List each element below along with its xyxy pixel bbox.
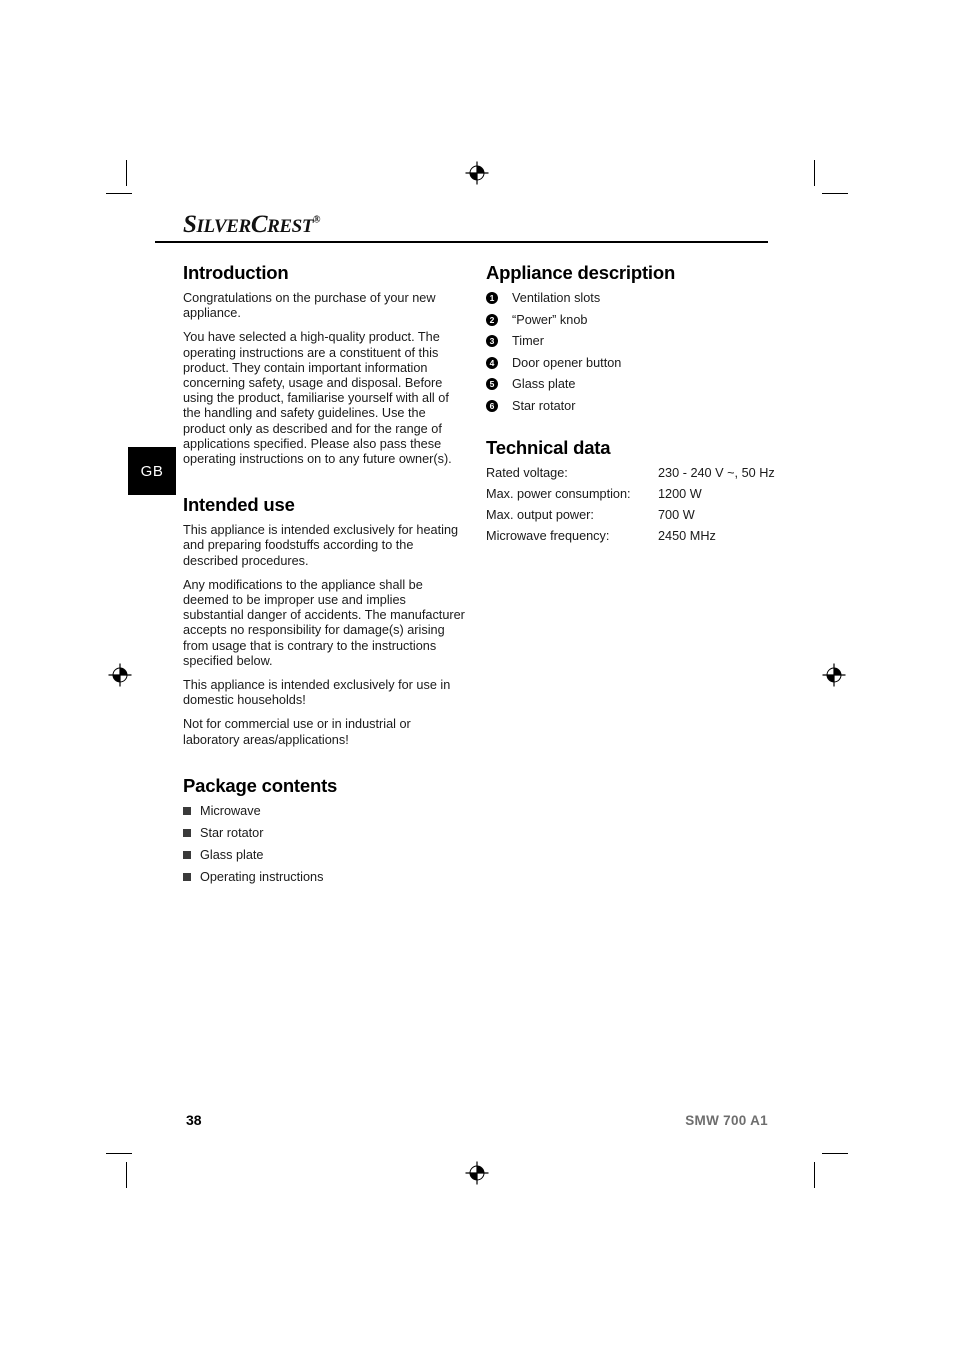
square-bullet-icon <box>183 872 191 881</box>
numbered-badge-icon: 3 <box>486 335 498 347</box>
numbered-badge-icon: 5 <box>486 378 498 390</box>
list-item: 2 “Power” knob <box>486 313 776 327</box>
crop-mark-top-left-vertical <box>126 160 127 186</box>
appliance-part-label: Glass plate <box>512 377 576 391</box>
list-item: 6 Star rotator <box>486 399 776 413</box>
list-item: Glass plate <box>183 848 468 862</box>
appliance-part-label: Ventilation slots <box>512 291 601 305</box>
appliance-part-label: Star rotator <box>512 398 576 413</box>
list-item: 5 Glass plate <box>486 377 776 391</box>
brand-logo-rest: REST <box>267 216 314 237</box>
document-page: SILVERCREST® GB Introduction Congratulat… <box>0 0 954 1350</box>
list-item: Operating instructions <box>183 870 468 884</box>
package-item-label: Operating instructions <box>200 869 324 884</box>
registration-mark-bottom <box>465 1161 489 1185</box>
package-item-label: Glass plate <box>200 847 264 862</box>
list-item: Star rotator <box>183 826 468 840</box>
registration-mark-top <box>465 161 489 185</box>
spec-value: 230 - 240 V ~, 50 Hz <box>658 465 775 480</box>
brand-logo: SILVERCREST® <box>183 211 321 239</box>
language-tab-gb: GB <box>128 447 176 495</box>
intended-use-paragraph-3: This appliance is intended exclusively f… <box>183 678 451 708</box>
list-item: 1 Ventilation slots <box>486 291 776 305</box>
crop-mark-bottom-right-vertical <box>814 1162 815 1188</box>
numbered-badge-icon: 1 <box>486 292 498 304</box>
right-column: Appliance description 1 Ventilation slot… <box>486 262 776 550</box>
technical-data-table: Rated voltage: 230 - 240 V ~, 50 Hz Max.… <box>486 466 775 550</box>
numbered-badge-icon: 4 <box>486 356 498 369</box>
appliance-description-list: 1 Ventilation slots 2 “Power” knob 3 Tim… <box>486 291 776 413</box>
left-column: Introduction Congratulations on the purc… <box>183 262 468 892</box>
spec-value: 700 W <box>658 507 695 522</box>
spec-label: Max. power consumption: <box>486 486 631 501</box>
crop-mark-top-right-horizontal <box>822 193 848 194</box>
footer-model-name: SMW 700 A1 <box>685 1113 768 1128</box>
package-contents-list: Microwave Star rotator Glass plate Opera… <box>183 804 468 884</box>
crop-mark-top-left-horizontal <box>106 193 132 194</box>
package-item-label: Star rotator <box>200 825 264 840</box>
appliance-part-label: “Power” knob <box>512 312 588 327</box>
crop-mark-top-right-vertical <box>814 160 815 186</box>
appliance-part-label: Timer <box>512 334 544 348</box>
list-item: 3 Timer <box>486 334 776 348</box>
registration-mark-right <box>822 663 846 687</box>
heading-introduction: Introduction <box>183 262 289 283</box>
crop-mark-bottom-left-vertical <box>126 1162 127 1188</box>
heading-appliance-description: Appliance description <box>486 262 676 283</box>
numbered-badge-icon: 2 <box>486 313 498 326</box>
spec-label: Max. output power: <box>486 507 594 522</box>
introduction-paragraph-2: You have selected a high-quality product… <box>183 330 452 467</box>
heading-package-contents: Package contents <box>183 774 338 796</box>
list-item: 4 Door opener button <box>486 356 776 370</box>
spec-value: 1200 W <box>658 486 702 501</box>
spec-value: 2450 MHz <box>658 528 716 543</box>
square-bullet-icon <box>183 806 191 815</box>
package-item-label: Microwave <box>200 803 261 818</box>
intended-use-paragraph-1: This appliance is intended exclusively f… <box>183 523 459 568</box>
intended-use-paragraph-2: Any modifications to the appliance shall… <box>183 577 465 668</box>
crop-mark-bottom-right-horizontal <box>822 1153 848 1154</box>
numbered-badge-icon: 6 <box>486 399 498 412</box>
brand-logo-c: C <box>250 211 268 238</box>
square-bullet-icon <box>183 828 191 837</box>
table-row: Rated voltage: 230 - 240 V ~, 50 Hz <box>486 466 775 487</box>
crop-mark-bottom-left-horizontal <box>106 1153 132 1154</box>
registered-trademark-icon: ® <box>313 214 321 226</box>
header-divider <box>155 241 768 243</box>
list-item: Microwave <box>183 804 468 818</box>
brand-logo-s: S <box>183 211 197 238</box>
intended-use-paragraph-4: Not for commercial use or in industrial … <box>183 717 411 747</box>
footer-page-number: 38 <box>186 1112 202 1128</box>
square-bullet-icon <box>183 850 191 859</box>
heading-technical-data: Technical data <box>486 436 611 458</box>
language-tab-label: GB <box>140 462 164 480</box>
table-row: Max. power consumption: 1200 W <box>486 487 775 508</box>
introduction-paragraph-1: Congratulations on the purchase of your … <box>183 291 436 321</box>
spec-label: Rated voltage: <box>486 465 568 480</box>
table-row: Max. output power: 700 W <box>486 508 775 529</box>
heading-intended-use: Intended use <box>183 494 295 516</box>
brand-logo-ilver: ILVER <box>196 216 252 237</box>
appliance-part-label: Door opener button <box>512 355 622 370</box>
table-row: Microwave frequency: 2450 MHz <box>486 529 775 550</box>
registration-mark-left <box>108 663 132 687</box>
spec-label: Microwave frequency: <box>486 528 610 543</box>
